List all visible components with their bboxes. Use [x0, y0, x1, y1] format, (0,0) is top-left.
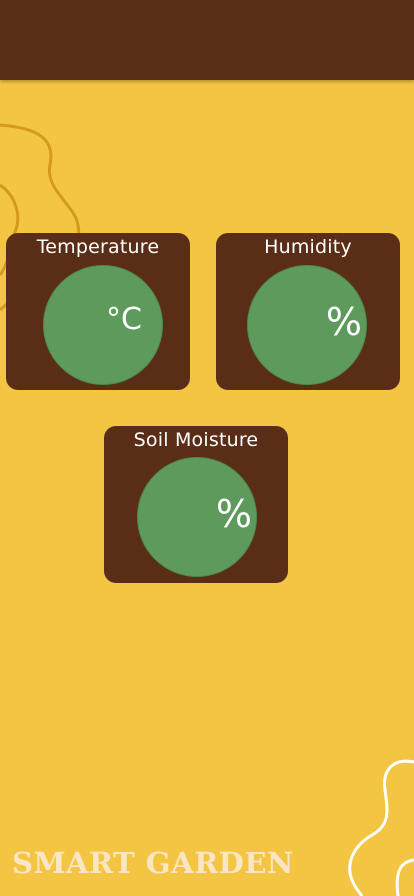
temperature-card: Temperature °C	[6, 233, 190, 390]
temperature-unit: °C	[106, 302, 142, 337]
app-brand-title: SMART GARDEN	[12, 846, 294, 880]
soil-moisture-gauge: %	[137, 457, 257, 577]
leaf-doodle-bottom-right	[348, 759, 414, 896]
soil-moisture-card: Soil Moisture %	[104, 426, 288, 583]
humidity-card: Humidity %	[216, 233, 400, 390]
card-title: Humidity	[264, 236, 352, 258]
humidity-gauge: %	[247, 265, 367, 385]
card-title: Temperature	[36, 236, 160, 258]
top-bar	[0, 0, 414, 80]
temperature-gauge: °C	[43, 265, 163, 385]
soil-moisture-unit: %	[215, 492, 252, 536]
humidity-unit: %	[325, 300, 362, 344]
card-title: Soil Moisture	[133, 429, 259, 451]
leaf-doodle-bottom-right-inner	[395, 858, 414, 896]
